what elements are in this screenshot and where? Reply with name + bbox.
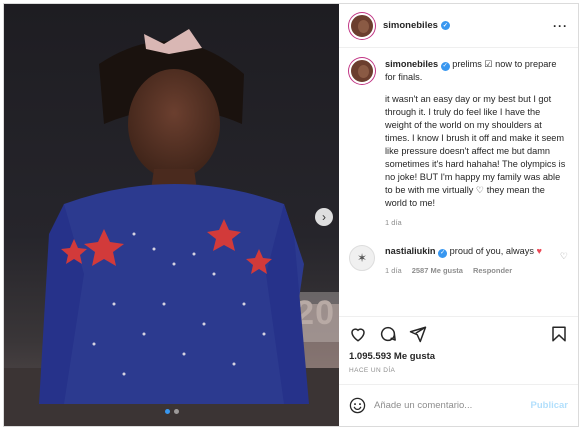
- comment-meta: 1 día 2587 Me gusta Responder: [385, 264, 542, 277]
- avatar[interactable]: ✶: [349, 245, 375, 271]
- post-photo[interactable]: 20 ›: [4, 4, 339, 426]
- comment-input[interactable]: [374, 400, 531, 411]
- comment-text: nastialiukin ✓ proud of you, always ♥ 1 …: [385, 245, 542, 277]
- comment-time[interactable]: 1 día: [385, 264, 402, 277]
- caption-comment: simonebiles ✓ prelims ☑ now to prepare f…: [349, 58, 568, 229]
- caption-text: simonebiles ✓ prelims ☑ now to prepare f…: [385, 58, 568, 229]
- username-link[interactable]: simonebiles: [383, 20, 438, 31]
- posted-time[interactable]: HACE UN DÍA: [349, 367, 568, 374]
- next-arrow-icon[interactable]: ›: [315, 208, 333, 226]
- action-bar: 1.095.593 Me gusta HACE UN DÍA: [339, 316, 578, 374]
- instagram-post: 20 › simonebiles ✓ ··· simonebiles ✓ pre…: [3, 3, 579, 427]
- more-options-icon[interactable]: ···: [553, 19, 568, 33]
- avatar[interactable]: [349, 12, 375, 39]
- publish-button[interactable]: Publicar: [531, 400, 569, 411]
- emoji-icon[interactable]: [349, 397, 366, 414]
- red-heart-emoji: ♥: [536, 246, 542, 256]
- verified-icon: ✓: [438, 249, 448, 258]
- action-icons: [349, 325, 568, 343]
- reply-button[interactable]: Responder: [473, 264, 512, 277]
- comment-row: ✶ nastialiukin ✓ proud of you, always ♥ …: [349, 245, 568, 277]
- heart-icon[interactable]: [349, 325, 367, 343]
- header-username[interactable]: simonebiles ✓: [383, 20, 450, 31]
- caption-username[interactable]: simonebiles: [385, 59, 438, 69]
- caption-line-2: it wasn't an easy day or my best but I g…: [385, 94, 566, 195]
- likes-count[interactable]: 1.095.593 Me gusta: [349, 351, 568, 362]
- post-header: simonebiles ✓ ···: [339, 4, 578, 48]
- comment-username[interactable]: nastialiukin: [385, 246, 436, 256]
- comment-body: proud of you, always: [449, 246, 534, 256]
- small-heart-icon[interactable]: ♡: [560, 251, 568, 262]
- avatar[interactable]: [349, 58, 375, 84]
- post-sidebar: simonebiles ✓ ··· simonebiles ✓ prelims …: [339, 4, 578, 426]
- comment-likes[interactable]: 2587 Me gusta: [412, 264, 463, 277]
- share-icon[interactable]: [409, 325, 427, 343]
- carousel-dot-active: [164, 409, 170, 414]
- carousel-dot: [173, 409, 179, 414]
- comment-icon[interactable]: [379, 325, 397, 343]
- verified-icon: ✓: [440, 21, 450, 30]
- caption-meta: 1 día: [385, 216, 568, 229]
- gymnast-figure: [39, 29, 309, 404]
- save-icon[interactable]: [550, 325, 568, 343]
- comments-section: simonebiles ✓ prelims ☑ now to prepare f…: [339, 48, 578, 316]
- verified-icon: ✓: [440, 62, 450, 71]
- caption-time[interactable]: 1 día: [385, 216, 402, 229]
- carousel-dots: [164, 409, 179, 414]
- comment-composer: Publicar: [339, 384, 578, 426]
